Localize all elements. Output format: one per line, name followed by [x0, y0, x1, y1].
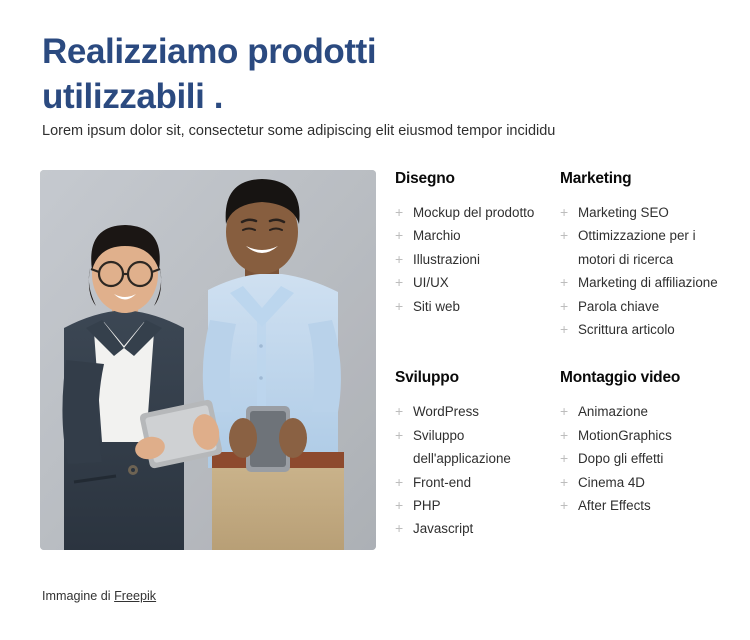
list-item-label: Marketing SEO	[578, 205, 669, 220]
plus-icon: +	[395, 250, 404, 267]
list-item[interactable]: + Illustrazioni	[395, 248, 560, 271]
list-item-label: WordPress	[413, 404, 479, 420]
page-title: Realizziamo prodotti utilizzabili .	[42, 32, 377, 116]
list-item-label: Ottimizzazione per i motori di ricerca	[578, 228, 696, 267]
list-item[interactable]: + Scrittura articolo	[560, 318, 725, 341]
list-item[interactable]: + Cinema 4D	[560, 471, 725, 494]
list-item[interactable]: + WordPress	[395, 400, 560, 423]
list-item-label: Cinema 4D	[578, 474, 645, 490]
plus-icon: +	[560, 473, 569, 490]
list-item[interactable]: + Sviluppo dell'applicazione	[395, 424, 560, 471]
services-grid: Disegno + Mockup del prodotto + Marchio …	[395, 170, 725, 541]
list-item[interactable]: + PHP	[395, 494, 560, 517]
plus-icon: +	[560, 321, 569, 338]
image-credit-prefix: Immagine di	[42, 589, 115, 603]
list-item-label: After Effects	[578, 498, 651, 514]
service-group-sviluppo: Sviluppo + WordPress + Sviluppo dell'app…	[395, 369, 560, 540]
service-group-disegno: Disegno + Mockup del prodotto + Marchio …	[395, 170, 560, 341]
service-group-montaggio-video: Montaggio video + Animazione + MotionGra…	[560, 369, 725, 540]
list-item[interactable]: + Ottimizzazione per i motori di ricerca	[560, 224, 725, 271]
list-item[interactable]: + Mockup del prodotto	[395, 201, 560, 224]
list-item-label: Marchio	[413, 228, 461, 244]
plus-icon: +	[560, 426, 569, 443]
list-item-label: PHP	[413, 498, 441, 514]
plus-icon: +	[395, 426, 404, 443]
plus-icon: +	[395, 520, 404, 537]
list-item[interactable]: + Marchio	[395, 224, 560, 247]
list-item-label: Illustrazioni	[413, 251, 480, 267]
list-item[interactable]: + Siti web	[395, 295, 560, 318]
list-item[interactable]: + Marketing SEO	[560, 201, 725, 224]
list-item-label: MotionGraphics	[578, 427, 672, 443]
plus-icon: +	[560, 227, 569, 244]
list-item[interactable]: + Front-end	[395, 471, 560, 494]
list-item-label: Siti web	[413, 298, 460, 314]
list-item-label: Animazione	[578, 404, 648, 420]
list-item-label: Marketing di affiliazione	[578, 275, 718, 291]
list-item[interactable]: + Dopo gli effetti	[560, 447, 725, 470]
list-item-label: Sviluppo dell'applicazione	[413, 427, 511, 467]
list-item[interactable]: + After Effects	[560, 494, 725, 517]
plus-icon: +	[560, 204, 569, 220]
freepik-link[interactable]: Freepik	[114, 589, 156, 603]
landing-page: Realizziamo prodotti utilizzabili . Lore…	[0, 0, 750, 640]
list-item-label: Parola chiave	[578, 298, 660, 314]
list-item-label: Dopo gli effetti	[578, 451, 664, 467]
list-item[interactable]: + Parola chiave	[560, 295, 725, 318]
team-photo-illustration	[40, 170, 376, 550]
plus-icon: +	[395, 297, 404, 314]
list-item-label: Front-end	[413, 474, 472, 490]
service-group-title: Disegno	[395, 170, 455, 187]
page-subtitle: Lorem ipsum dolor sit, consectetur some …	[42, 123, 556, 139]
service-list: + WordPress + Sviluppo dell'applicazione…	[395, 400, 560, 540]
list-item-label: Scrittura articolo	[578, 322, 675, 338]
list-item-label: Mockup del prodotto	[413, 205, 535, 220]
plus-icon: +	[395, 204, 404, 220]
list-item-label: Javascript	[413, 521, 474, 537]
plus-icon: +	[560, 450, 569, 467]
plus-icon: +	[560, 297, 569, 314]
image-credit: Immagine di Freepik	[42, 588, 156, 606]
plus-icon: +	[395, 497, 404, 514]
plus-icon: +	[395, 274, 404, 291]
list-item[interactable]: + Javascript	[395, 517, 560, 540]
service-group-title: Sviluppo	[395, 369, 459, 387]
service-list: + Mockup del prodotto + Marchio + Illust…	[395, 201, 560, 318]
list-item[interactable]: + MotionGraphics	[560, 424, 725, 447]
plus-icon: +	[395, 227, 404, 244]
list-item-label: UI/UX	[413, 275, 449, 291]
plus-icon: +	[560, 274, 569, 291]
list-item[interactable]: + Animazione	[560, 400, 725, 423]
service-group-marketing: Marketing + Marketing SEO + Ottimizzazio…	[560, 170, 725, 341]
service-group-title: Montaggio video	[560, 369, 681, 387]
list-item[interactable]: + UI/UX	[395, 271, 560, 294]
service-list: + Animazione + MotionGraphics + Dopo gli…	[560, 400, 725, 517]
list-item[interactable]: + Marketing di affiliazione	[560, 271, 725, 294]
hero-photo	[40, 170, 376, 550]
plus-icon: +	[560, 403, 569, 420]
plus-icon: +	[560, 497, 569, 514]
service-list: + Marketing SEO + Ottimizzazione per i m…	[560, 201, 725, 341]
service-group-title: Marketing	[560, 170, 632, 187]
plus-icon: +	[395, 403, 404, 420]
plus-icon: +	[395, 473, 404, 490]
